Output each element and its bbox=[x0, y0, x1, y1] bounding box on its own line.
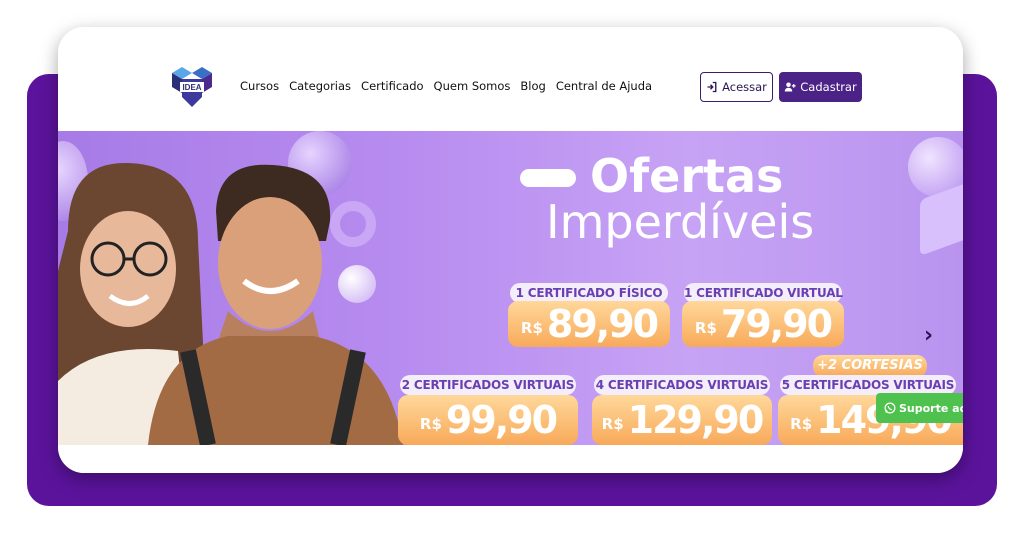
nav-item-quem-somos[interactable]: Quem Somos bbox=[434, 79, 511, 93]
navbar: IDEA Cursos Categorias Certificado Quem … bbox=[58, 27, 963, 131]
card-bottom-strip bbox=[58, 445, 963, 473]
offer-price-2[interactable]: R$ 79,90 bbox=[682, 301, 844, 347]
main-nav: Cursos Categorias Certificado Quem Somos… bbox=[240, 79, 652, 93]
offer-price-4[interactable]: R$ 129,90 bbox=[592, 395, 772, 445]
signup-button[interactable]: Cadastrar bbox=[779, 72, 862, 102]
currency-symbol: R$ bbox=[419, 415, 442, 433]
offer-label-3: 2 CERTIFICADOS VIRTUAIS bbox=[400, 375, 576, 395]
price-value: 89,90 bbox=[546, 302, 659, 346]
login-label: Acessar bbox=[722, 80, 767, 94]
sign-in-icon bbox=[707, 81, 717, 93]
offer-label-2: 1 CERTIFICADO VIRTUAL bbox=[684, 283, 843, 303]
currency-symbol: R$ bbox=[520, 319, 543, 337]
offer-price-3[interactable]: R$ 99,90 bbox=[398, 395, 578, 445]
whatsapp-icon bbox=[884, 402, 896, 414]
nav-item-central-de-ajuda[interactable]: Central de Ajuda bbox=[556, 79, 652, 93]
price-value: 129,90 bbox=[627, 398, 765, 442]
logo-text: IDEA bbox=[182, 83, 201, 92]
support-chat-button[interactable]: Suporte ao A bbox=[876, 393, 963, 423]
offer-price-1[interactable]: R$ 89,90 bbox=[508, 301, 670, 347]
bonus-badge: +2 CORTESIAS bbox=[813, 355, 927, 377]
signup-label: Cadastrar bbox=[800, 80, 857, 94]
banner-title-line2: Imperdíveis bbox=[546, 195, 815, 249]
nav-item-blog[interactable]: Blog bbox=[520, 79, 545, 93]
nav-item-cursos[interactable]: Cursos bbox=[240, 79, 279, 93]
offer-label-5: 5 CERTIFICADOS VIRTUAIS bbox=[780, 375, 956, 395]
currency-symbol: R$ bbox=[601, 415, 624, 433]
login-button[interactable]: Acessar bbox=[700, 72, 773, 102]
carousel-next-arrow[interactable]: › bbox=[924, 323, 933, 348]
support-label: Suporte ao A bbox=[899, 401, 963, 415]
user-plus-icon bbox=[785, 82, 796, 92]
offer-label-4: 4 CERTIFICADOS VIRTUAIS bbox=[594, 375, 770, 395]
currency-symbol: R$ bbox=[790, 415, 813, 433]
website-card: IDEA Cursos Categorias Certificado Quem … bbox=[58, 27, 963, 473]
price-value: 99,90 bbox=[445, 398, 558, 442]
title-dash bbox=[520, 169, 576, 187]
nav-item-certificado[interactable]: Certificado bbox=[361, 79, 424, 93]
offer-label-1: 1 CERTIFICADO FÍSICO bbox=[510, 283, 668, 303]
promo-banner[interactable]: Ofertas Imperdíveis 1 CERTIFICADO FÍSICO… bbox=[58, 131, 963, 445]
students-photo bbox=[58, 162, 403, 445]
logo-cube-icon: IDEA bbox=[172, 67, 212, 107]
currency-symbol: R$ bbox=[694, 319, 717, 337]
nav-item-categorias[interactable]: Categorias bbox=[289, 79, 351, 93]
price-value: 79,90 bbox=[720, 302, 833, 346]
site-logo[interactable]: IDEA bbox=[168, 63, 216, 111]
